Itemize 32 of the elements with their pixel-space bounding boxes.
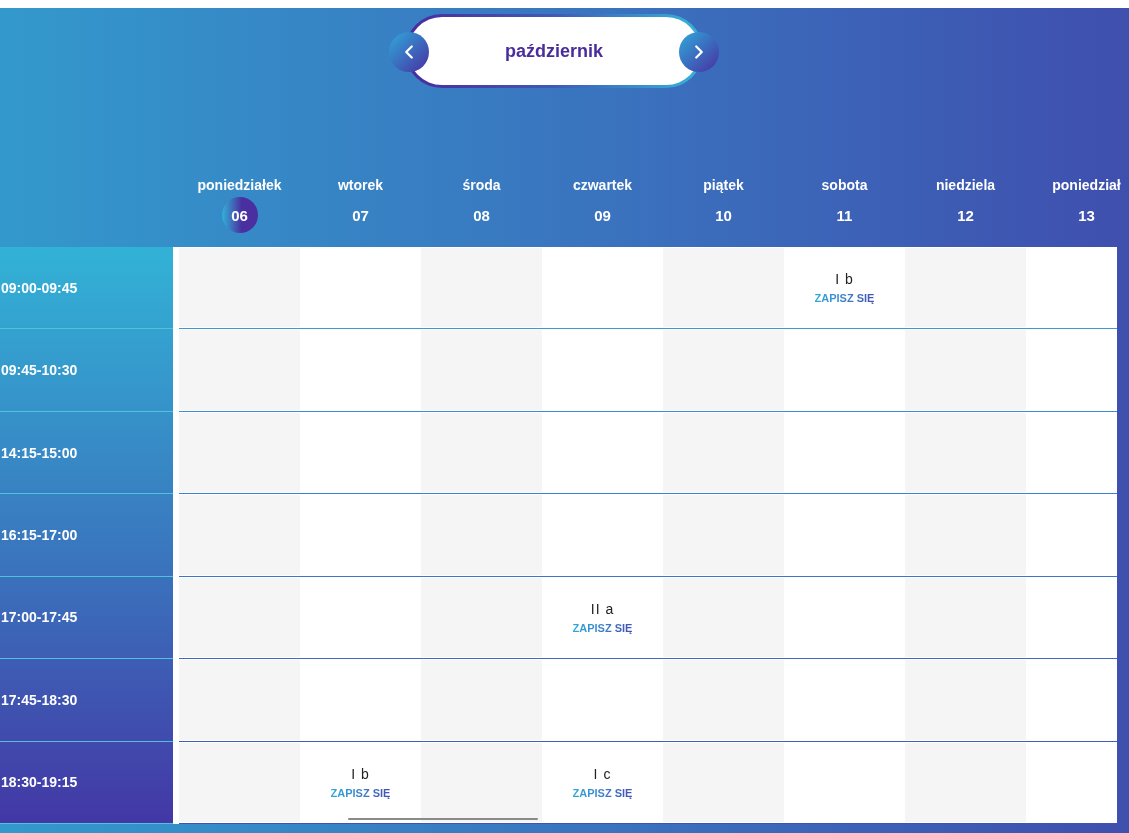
- day-date[interactable]: 12: [947, 197, 984, 233]
- time-label: 17:00-17:45: [1, 609, 78, 626]
- signup-link[interactable]: ZAPISZ SIĘ: [814, 291, 875, 305]
- day-name: czwartek: [572, 176, 633, 195]
- class-group: II a: [590, 600, 615, 617]
- previous-button[interactable]: [389, 32, 429, 72]
- time-label: 09:00-09:45: [1, 279, 78, 296]
- day-name: niedziela: [935, 176, 996, 195]
- day-name: sobota: [821, 176, 868, 195]
- day-name: wtorek: [337, 176, 384, 195]
- time-label: 16:15-17:00: [1, 526, 78, 543]
- class-group: I c: [593, 765, 612, 782]
- day-date[interactable]: 13: [1068, 197, 1105, 233]
- month-label: październik: [505, 40, 603, 62]
- time-label: 17:45-18:30: [1, 691, 78, 708]
- day-name: środa: [462, 176, 501, 195]
- day-name: poniedział: [1052, 176, 1121, 195]
- next-button[interactable]: [679, 32, 719, 72]
- day-date[interactable]: 06: [221, 197, 258, 233]
- class-group: I b: [835, 271, 854, 287]
- time-label: 14:15-15:00: [1, 444, 78, 461]
- day-name: poniedziałek: [197, 176, 282, 195]
- time-label: 09:45-10:30: [1, 362, 78, 379]
- time-label: 18:30-19:15: [1, 774, 78, 791]
- day-date[interactable]: 11: [826, 197, 863, 233]
- day-date[interactable]: 10: [705, 197, 742, 233]
- day-date[interactable]: 08: [463, 197, 500, 233]
- class-group: I b: [351, 765, 370, 782]
- day-name: piątek: [703, 176, 744, 195]
- day-date[interactable]: 07: [342, 197, 379, 233]
- scrollbar-thumb[interactable]: [348, 818, 538, 820]
- day-date[interactable]: 09: [584, 197, 621, 233]
